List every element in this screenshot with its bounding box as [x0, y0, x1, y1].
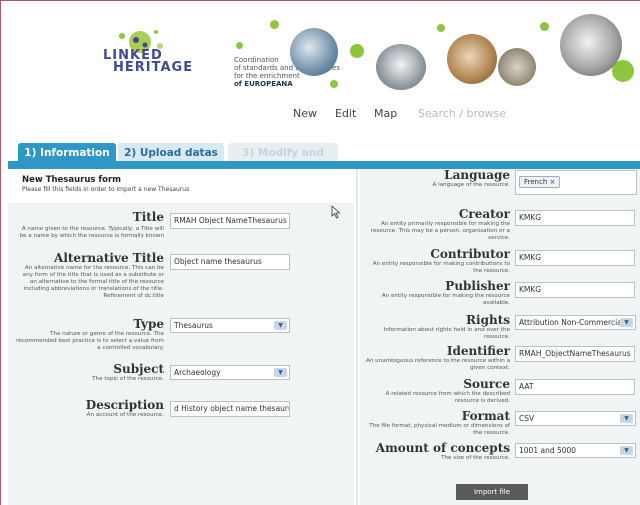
rights-label: Rights: [466, 313, 510, 327]
museum-image-5: [560, 14, 622, 76]
amount-value: 1001 and 5000: [519, 446, 577, 455]
language-tag[interactable]: French ×: [519, 176, 561, 188]
creator-desc: An entity primarily responsible for maki…: [370, 221, 510, 241]
chevron-down-icon: ▼: [620, 414, 633, 423]
title-input[interactable]: RMAH Object NameThesaurus: [170, 213, 290, 229]
nav-new[interactable]: New: [293, 107, 317, 120]
subject-label: Subject: [113, 362, 164, 376]
subject-value: Archaeology: [174, 368, 221, 377]
language-label: Language: [444, 168, 510, 182]
publisher-input[interactable]: KMKG: [515, 282, 635, 298]
creator-label: Creator: [458, 207, 510, 221]
alt-title-label: Alternative Title: [54, 251, 164, 265]
type-desc: The nature or genre of the resource. The…: [16, 331, 164, 351]
green-dot: [270, 20, 279, 29]
description-input[interactable]: d History object name thesaurus: [170, 401, 290, 417]
nav-edit[interactable]: Edit: [335, 107, 356, 120]
chevron-down-icon: ▼: [620, 446, 633, 455]
subject-desc: The topic of the resource.: [92, 376, 164, 382]
format-value: CSV: [519, 414, 535, 423]
nav-map[interactable]: Map: [374, 107, 397, 120]
tab-upload-datas[interactable]: 2) Upload datas: [118, 143, 224, 163]
source-input[interactable]: AAT: [515, 379, 635, 395]
type-select[interactable]: Thesaurus ▼: [170, 318, 290, 333]
publisher-desc: An entity responsible for making the res…: [381, 293, 510, 306]
import-file-button[interactable]: Import file: [456, 484, 528, 500]
museum-image-3: [447, 34, 497, 84]
subject-select[interactable]: Archaeology ▼: [170, 365, 290, 380]
format-desc: The file format, physical medium or dime…: [369, 423, 510, 436]
logo-wordmark: LINKED HERITAGE: [103, 49, 194, 75]
amount-desc: The size of the resource.: [441, 455, 510, 461]
green-dot: [330, 80, 338, 88]
publisher-label: Publisher: [445, 279, 510, 293]
form-subtitle: Please fill this fields in order to impo…: [22, 186, 190, 193]
amount-select[interactable]: 1001 and 5000 ▼: [515, 443, 636, 458]
contributor-desc: An entity responsible for making contrib…: [372, 261, 510, 274]
rights-select[interactable]: Attribution Non-Commercial ▼: [515, 315, 636, 330]
language-desc: A language of the resource.: [432, 182, 510, 188]
creator-input[interactable]: KMKG: [515, 210, 635, 226]
museum-image-1: [290, 28, 338, 76]
rights-value: Attribution Non-Commercial: [519, 318, 624, 327]
amount-label: Amount of concepts: [375, 441, 510, 455]
tab-underline: [8, 161, 640, 169]
identifier-desc: An unambiguous reference to the resource…: [366, 358, 510, 371]
description-label: Description: [85, 398, 164, 412]
title-label: Title: [132, 210, 164, 224]
language-multiselect[interactable]: French ×: [515, 170, 637, 195]
tab-bar: 1) Information 2) Upload datas 3) Modify…: [8, 135, 640, 179]
nav-search-browse[interactable]: Search / browse: [418, 107, 506, 120]
contributor-label: Contributor: [430, 247, 510, 261]
green-dot: [350, 44, 364, 58]
description-desc: An account of the resource.: [86, 412, 164, 418]
museum-image-4: [498, 48, 536, 86]
chevron-down-icon: ▼: [620, 318, 633, 327]
type-label: Type: [133, 317, 164, 331]
rights-desc: Information about rights held in and ove…: [383, 327, 510, 340]
format-select[interactable]: CSV ▼: [515, 411, 636, 426]
left-form-body: [8, 203, 354, 505]
source-label: Source: [463, 377, 510, 391]
logo-line2: HERITAGE: [113, 60, 194, 75]
tab-modify-and-map[interactable]: 3) Modify and map: [228, 143, 338, 179]
alt-title-desc: An alternative name for the resource. Th…: [22, 265, 164, 299]
identifier-label: Identifier: [446, 344, 510, 358]
format-label: Format: [461, 409, 510, 423]
form-title: New Thesaurus form: [22, 175, 121, 185]
alt-title-input[interactable]: Object name thesaurus: [170, 254, 290, 270]
tagline-line4: of EUROPEANA: [234, 80, 293, 88]
source-desc: A related resource from which the descri…: [385, 391, 510, 404]
green-dot: [236, 42, 243, 49]
type-value: Thesaurus: [174, 321, 213, 330]
mouse-cursor-icon: [331, 204, 341, 223]
tab-information[interactable]: 1) Information: [18, 143, 116, 163]
green-dot: [540, 22, 549, 31]
green-dot: [437, 24, 445, 32]
chevron-down-icon: ▼: [274, 368, 287, 377]
museum-image-2: [376, 44, 426, 90]
panel-divider: [356, 169, 358, 505]
chevron-down-icon: ▼: [274, 321, 287, 330]
contributor-input[interactable]: KMKG: [515, 250, 635, 266]
identifier-input[interactable]: RMAH_ObjectNameThesaurus: [515, 346, 635, 362]
title-desc: A name given to the resource. Typically,…: [19, 226, 164, 239]
